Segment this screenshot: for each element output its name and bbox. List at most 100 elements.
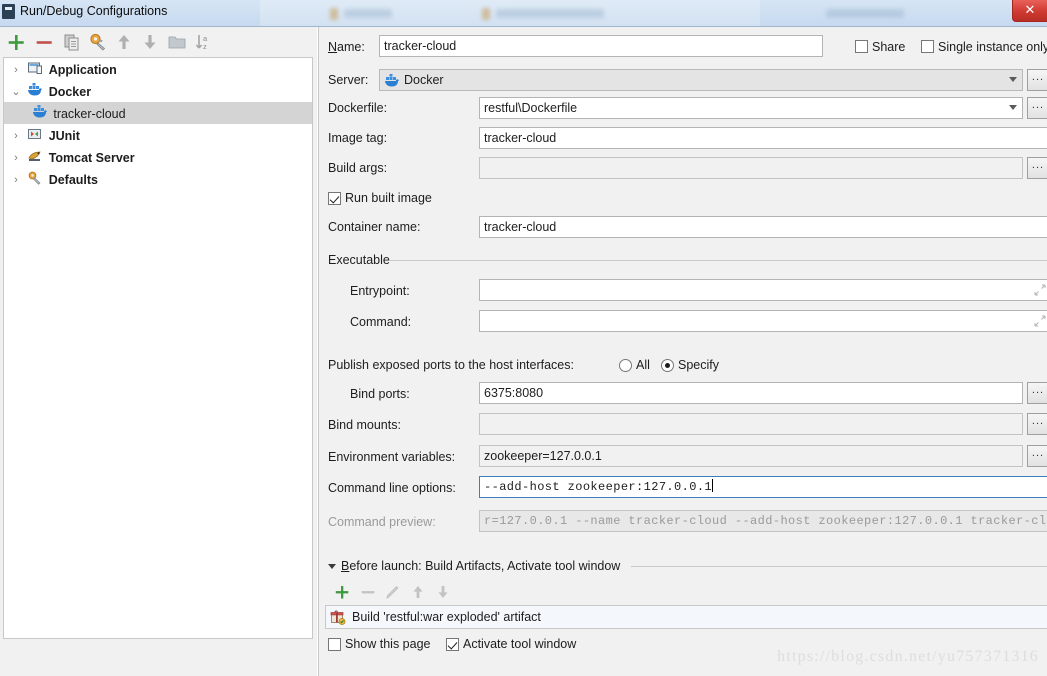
command-line-options-input[interactable]: --add-host zookeeper:127.0.0.1: [479, 476, 1047, 498]
publish-ports-all-radio[interactable]: [619, 359, 632, 372]
tree-item-label: tracker-cloud: [53, 106, 126, 121]
show-this-page-checkbox[interactable]: [328, 638, 341, 651]
activate-tool-window-label: Activate tool window: [463, 637, 577, 651]
tree-item-docker[interactable]: ⌄ Docker: [4, 80, 312, 102]
entrypoint-label: Entrypoint:: [350, 284, 410, 298]
build-args-input[interactable]: [479, 157, 1023, 179]
remove-configuration-button[interactable]: [33, 31, 55, 53]
show-this-page-label: Show this page: [345, 637, 431, 651]
add-configuration-button[interactable]: [5, 31, 27, 53]
share-checkbox[interactable]: [855, 40, 868, 53]
command-preview-input: r=127.0.0.1 --name tracker-cloud --add-h…: [479, 510, 1047, 532]
name-label: Name:: [328, 40, 365, 54]
image-tag-input[interactable]: tracker-cloud: [479, 127, 1047, 149]
command-preview-label: Command preview:: [328, 515, 436, 529]
single-instance-checkbox[interactable]: [921, 40, 934, 53]
artifact-icon: [330, 609, 346, 625]
command-input[interactable]: [479, 310, 1047, 332]
publish-ports-specify-label: Specify: [678, 358, 719, 372]
expand-editor-icon[interactable]: [1034, 284, 1046, 296]
close-button[interactable]: ✕: [1012, 0, 1047, 22]
text-caret: [712, 479, 714, 492]
bind-mounts-browse-button[interactable]: ...: [1027, 413, 1047, 435]
before-launch-toolbar: [319, 580, 1047, 604]
tree-item-label: JUnit: [48, 128, 80, 143]
name-input[interactable]: tracker-cloud: [379, 35, 823, 57]
expand-chevron-icon[interactable]: ›: [8, 59, 24, 81]
executable-group-separator: [389, 260, 1047, 261]
tree-item-label: Tomcat Server: [48, 150, 135, 165]
remove-before-launch-task-button: [359, 583, 377, 601]
before-launch-task-item[interactable]: Build 'restful:war exploded' artifact: [326, 606, 1047, 628]
application-icon: [27, 60, 45, 76]
tree-item-junit[interactable]: › JUnit: [4, 124, 312, 146]
container-name-label: Container name:: [328, 220, 421, 234]
executable-group-label: Executable: [328, 253, 390, 267]
before-launch-task-list[interactable]: Build 'restful:war exploded' artifact: [325, 605, 1047, 629]
publish-ports-specify-radio[interactable]: [661, 359, 674, 372]
build-args-label: Build args:: [328, 161, 388, 175]
move-down-button[interactable]: [139, 31, 161, 53]
chevron-down-icon: [1009, 105, 1017, 110]
move-up-button[interactable]: [113, 31, 135, 53]
tree-item-label: Application: [48, 62, 117, 77]
single-instance-label: Single instance only: [938, 40, 1047, 54]
edit-templates-button[interactable]: [87, 31, 109, 53]
tree-item-tomcat-server[interactable]: › Tomcat Server: [4, 146, 312, 168]
share-label: Share: [872, 40, 906, 54]
new-folder-button[interactable]: [166, 31, 188, 53]
configurations-tree[interactable]: › Application ⌄ Docker tracker-cloud › J…: [3, 57, 313, 639]
server-combo[interactable]: Docker: [379, 69, 1023, 91]
move-before-launch-task-down-button: [434, 583, 452, 601]
before-launch-separator: [631, 566, 1047, 567]
environment-variables-label: Environment variables:: [328, 450, 456, 464]
sort-configurations-button[interactable]: a z: [193, 31, 215, 53]
run-debug-configurations-dialog: Run/Debug Configurations ✕ a z › Applica…: [0, 0, 1047, 676]
container-name-input[interactable]: tracker-cloud: [479, 216, 1047, 238]
junit-icon: [27, 126, 45, 142]
run-built-image-checkbox[interactable]: [328, 192, 341, 205]
before-launch-task-label: Build 'restful:war exploded' artifact: [352, 610, 541, 624]
tree-item-defaults[interactable]: › Defaults: [4, 168, 312, 190]
expand-editor-icon[interactable]: [1034, 315, 1046, 327]
dockerfile-label: Dockerfile:: [328, 101, 388, 115]
environment-variables-browse-button[interactable]: ...: [1027, 445, 1047, 467]
tomcat-icon: [27, 148, 45, 164]
command-line-options-value: --add-host zookeeper:127.0.0.1: [484, 480, 713, 494]
tree-item-tracker-cloud[interactable]: tracker-cloud: [4, 102, 312, 124]
dockerfile-combo[interactable]: restful\Dockerfile: [479, 97, 1023, 119]
docker-icon: [32, 104, 50, 120]
command-label: Command:: [350, 315, 412, 329]
bind-ports-browse-button[interactable]: ...: [1027, 382, 1047, 404]
docker-icon: [27, 82, 45, 98]
expand-chevron-icon[interactable]: ›: [8, 125, 24, 147]
window-icon: [2, 4, 15, 19]
configurations-panel: a z › Application ⌄ Docker tracker-cloud…: [0, 27, 317, 676]
server-browse-button[interactable]: ...: [1027, 69, 1047, 91]
copy-configuration-button[interactable]: [61, 31, 83, 53]
activate-tool-window-checkbox[interactable]: [446, 638, 459, 651]
expand-chevron-icon[interactable]: ›: [8, 169, 24, 191]
environment-variables-input[interactable]: zookeeper=127.0.0.1: [479, 445, 1023, 467]
title-bar: Run/Debug Configurations ✕: [0, 0, 1047, 27]
entrypoint-input[interactable]: [479, 279, 1047, 301]
bind-ports-label: Bind ports:: [350, 387, 410, 401]
publish-ports-all-label: All: [636, 358, 650, 372]
bind-ports-input[interactable]: 6375:8080: [479, 382, 1023, 404]
configurations-toolbar: a z: [0, 27, 317, 56]
collapse-chevron-icon[interactable]: ⌄: [8, 81, 24, 103]
tree-item-application[interactable]: › Application: [4, 58, 312, 80]
add-before-launch-task-button[interactable]: [333, 583, 351, 601]
dockerfile-browse-button[interactable]: ...: [1027, 97, 1047, 119]
server-label: Server:: [328, 73, 369, 87]
docker-icon: [384, 73, 400, 89]
window-title: Run/Debug Configurations: [20, 4, 168, 18]
dockerfile-combo-value: restful\Dockerfile: [484, 101, 578, 115]
before-launch-title: Before launch: Build Artifacts, Activate…: [341, 559, 621, 573]
move-before-launch-task-up-button: [409, 583, 427, 601]
build-args-browse-button[interactable]: ...: [1027, 157, 1047, 179]
expand-chevron-icon[interactable]: ›: [8, 147, 24, 169]
publish-ports-label: Publish exposed ports to the host interf…: [328, 358, 574, 372]
before-launch-collapse-icon[interactable]: [328, 564, 336, 569]
bind-mounts-input[interactable]: [479, 413, 1023, 435]
